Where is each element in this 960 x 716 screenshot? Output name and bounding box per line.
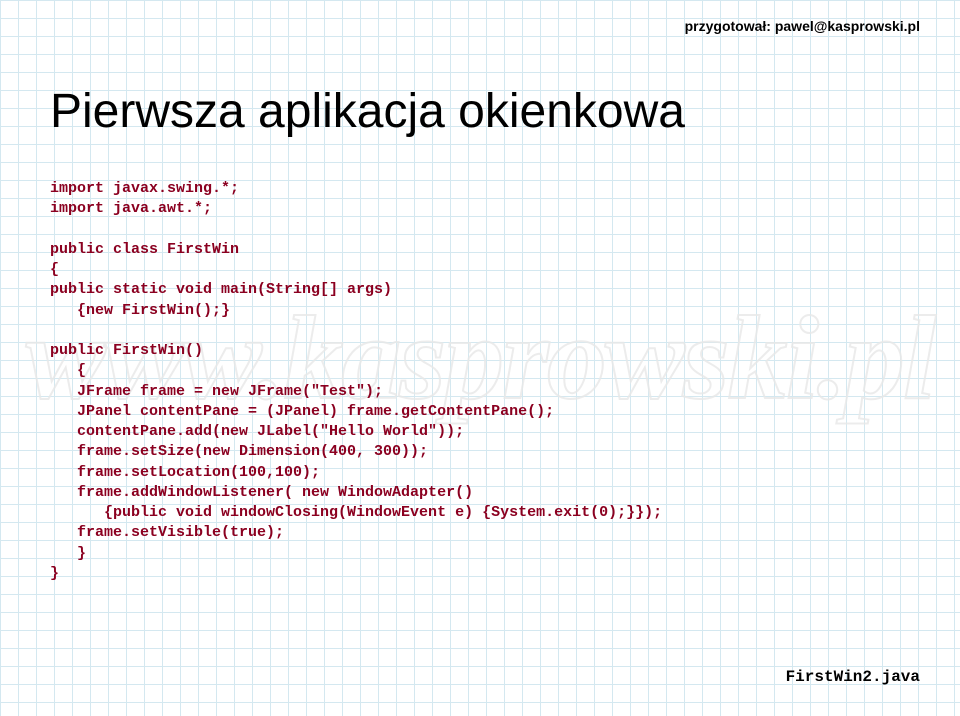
code-line: frame.addWindowListener( new WindowAdapt… bbox=[50, 484, 473, 501]
code-line: frame.setLocation(100,100); bbox=[50, 464, 320, 481]
header-credit: przygotował: pawel@kasprowski.pl bbox=[40, 18, 920, 34]
code-block: import javax.swing.*; import java.awt.*;… bbox=[50, 179, 920, 584]
footer-filename: FirstWin2.java bbox=[786, 668, 920, 686]
code-line: import javax.swing.*; bbox=[50, 180, 239, 197]
page-title: Pierwsza aplikacja okienkowa bbox=[50, 84, 920, 139]
code-line: import java.awt.*; bbox=[50, 200, 212, 217]
code-line: contentPane.add(new JLabel("Hello World"… bbox=[50, 423, 464, 440]
code-line: JPanel contentPane = (JPanel) frame.getC… bbox=[50, 403, 554, 420]
code-line: {new FirstWin();} bbox=[50, 302, 230, 319]
code-line: frame.setVisible(true); bbox=[50, 524, 284, 541]
code-line: public FirstWin() bbox=[50, 342, 203, 359]
code-line: { bbox=[50, 362, 86, 379]
code-line: { bbox=[50, 261, 59, 278]
code-line: {public void windowClosing(WindowEvent e… bbox=[50, 504, 662, 521]
code-line: } bbox=[50, 545, 86, 562]
code-line: public class FirstWin bbox=[50, 241, 239, 258]
page-content: przygotował: pawel@kasprowski.pl Pierwsz… bbox=[0, 0, 960, 716]
code-line: JFrame frame = new JFrame("Test"); bbox=[50, 383, 383, 400]
code-line: public static void main(String[] args) bbox=[50, 281, 392, 298]
code-line: frame.setSize(new Dimension(400, 300)); bbox=[50, 443, 428, 460]
code-line: } bbox=[50, 565, 59, 582]
